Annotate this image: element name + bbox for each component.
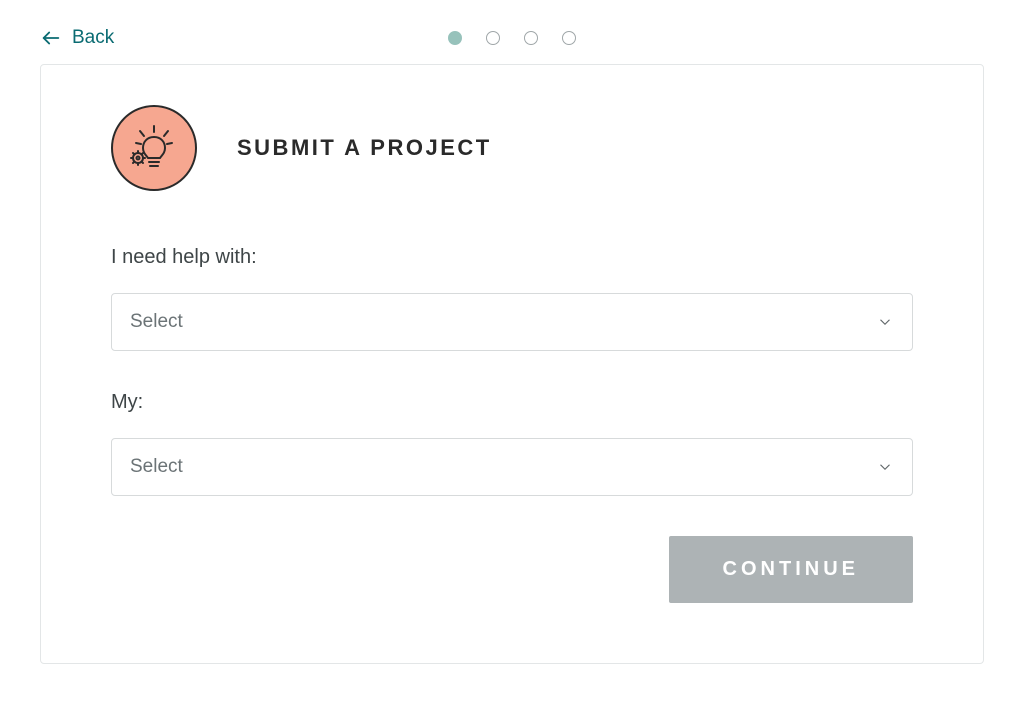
back-button[interactable]: Back	[40, 27, 114, 49]
form-card: SUBMIT A PROJECT I need help with: Selec…	[40, 64, 984, 664]
my-select[interactable]: Select	[111, 438, 913, 496]
arrow-left-icon	[40, 27, 62, 49]
button-row: CONTINUE	[111, 536, 913, 603]
help-label: I need help with:	[111, 246, 913, 269]
form-group-help: I need help with: Select	[111, 246, 913, 351]
help-select-value: Select	[130, 311, 183, 333]
step-dot-1[interactable]	[448, 31, 462, 45]
top-bar: Back	[40, 20, 984, 56]
help-select[interactable]: Select	[111, 293, 913, 351]
stepper	[448, 31, 576, 45]
back-label: Back	[72, 27, 114, 49]
my-select-value: Select	[130, 456, 183, 478]
form-group-my: My: Select	[111, 391, 913, 496]
step-dot-2[interactable]	[486, 31, 500, 45]
chevron-down-icon	[876, 313, 894, 331]
lightbulb-gear-icon	[111, 105, 197, 191]
chevron-down-icon	[876, 458, 894, 476]
my-label: My:	[111, 391, 913, 414]
step-dot-3[interactable]	[524, 31, 538, 45]
continue-button[interactable]: CONTINUE	[669, 536, 913, 603]
card-header: SUBMIT A PROJECT	[111, 105, 913, 191]
step-dot-4[interactable]	[562, 31, 576, 45]
page-title: SUBMIT A PROJECT	[237, 135, 492, 161]
